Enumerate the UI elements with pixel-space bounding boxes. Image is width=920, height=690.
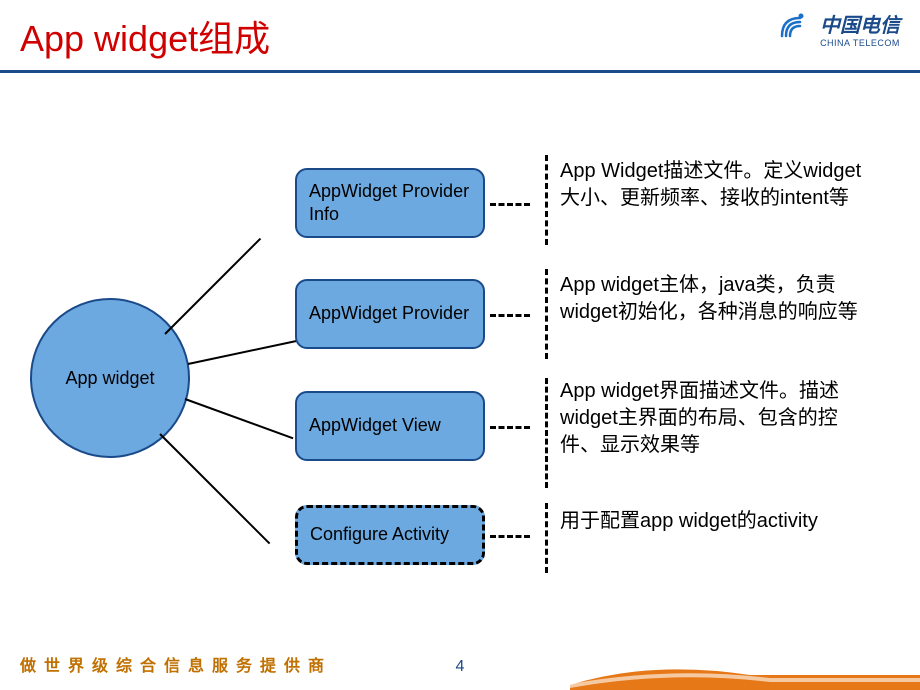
dash-connector-3 [490, 426, 530, 429]
component-box-4: Configure Activity [295, 505, 485, 565]
footer-swoosh-icon [570, 640, 920, 690]
slide-footer: 做世界级综合信息服务提供商 4 [0, 640, 920, 690]
footer-tagline: 做世界级综合信息服务提供商 [20, 652, 332, 676]
divider-4 [545, 503, 548, 573]
component-box-3: AppWidget View [295, 391, 485, 461]
divider-2 [545, 269, 548, 359]
component-label: AppWidget View [309, 414, 441, 437]
dash-connector-1 [490, 203, 530, 206]
divider-1 [545, 155, 548, 245]
component-desc-1: App Widget描述文件。定义widget大小、更新频率、接收的intent… [560, 158, 870, 212]
component-label: AppWidget Provider Info [309, 180, 471, 227]
component-box-1: AppWidget Provider Info [295, 168, 485, 238]
line-1 [164, 238, 261, 335]
divider-3 [545, 378, 548, 488]
logo-en-text: CHINA TELECOM [820, 38, 900, 48]
component-label: Configure Activity [310, 523, 449, 546]
logo-cn-text: 中国电信 [820, 9, 900, 38]
slide-header: App widget组成 中国电信 CHINA TELECOM [0, 0, 920, 73]
component-desc-4: 用于配置app widget的activity [560, 508, 870, 535]
dash-connector-2 [490, 314, 530, 317]
telecom-logo-icon [774, 8, 810, 49]
component-desc-3: App widget界面描述文件。描述widget主界面的布局、包含的控件、显示… [560, 378, 870, 459]
component-desc-2: App widget主体，java类，负责widget初始化，各种消息的响应等 [560, 272, 870, 326]
telecom-logo: 中国电信 CHINA TELECOM [774, 8, 900, 49]
page-number: 4 [456, 658, 465, 676]
line-3 [185, 398, 294, 439]
component-box-2: AppWidget Provider [295, 279, 485, 349]
line-2 [188, 340, 298, 365]
diagram-area: App widget AppWidget Provider Info App W… [0, 73, 920, 633]
line-4 [159, 433, 270, 544]
component-label: AppWidget Provider [309, 302, 469, 325]
slide-title: App widget组成 [20, 10, 900, 62]
center-node: App widget [30, 298, 190, 458]
dash-connector-4 [490, 535, 530, 538]
